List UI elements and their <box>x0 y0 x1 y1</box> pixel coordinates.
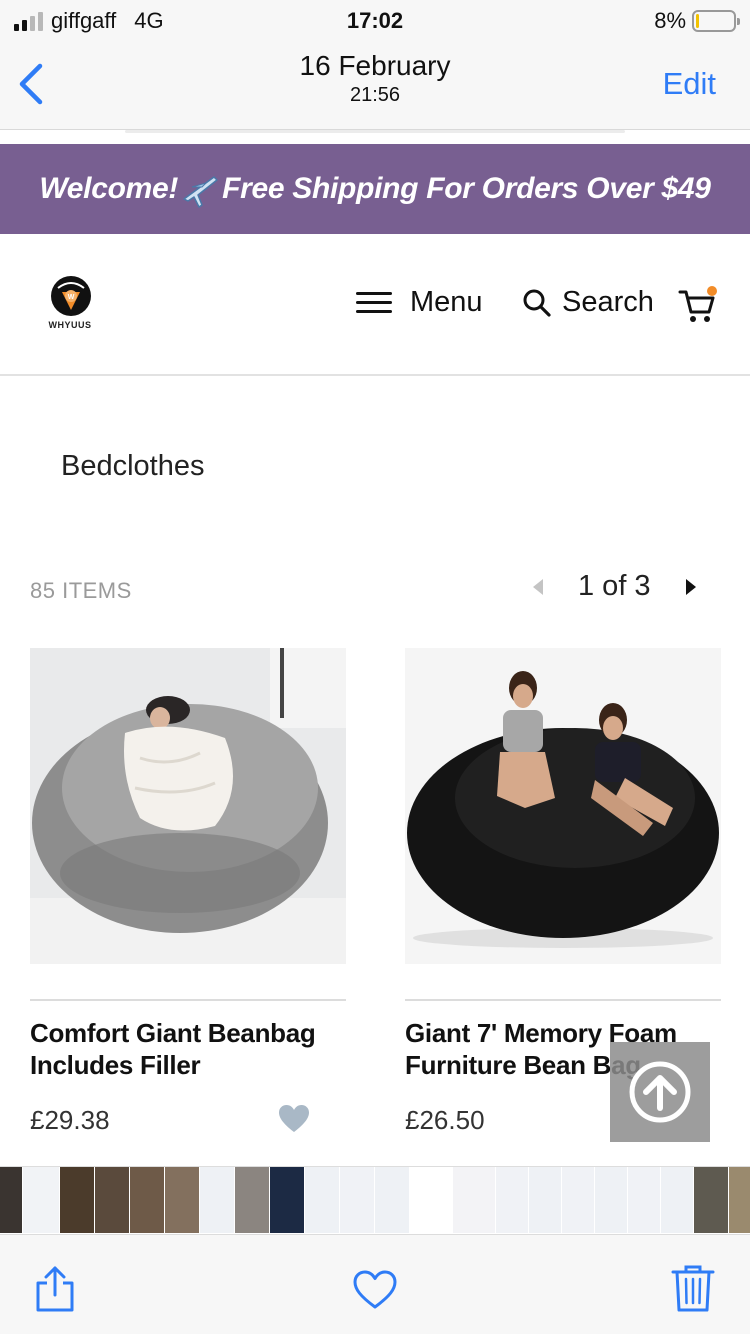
product-card[interactable]: Comfort Giant Beanbag Includes Filler £2… <box>30 648 346 1136</box>
battery-percent: 8% <box>654 8 686 33</box>
status-right: 8% <box>654 8 740 34</box>
photo-thumbnail[interactable] <box>453 1167 495 1233</box>
promo-welcome: Welcome! <box>39 172 179 205</box>
photo-thumbnail[interactable] <box>95 1167 129 1233</box>
airplane-icon <box>183 176 218 208</box>
search-icon <box>523 289 551 317</box>
photo-thumbnail[interactable] <box>375 1167 409 1233</box>
category-title: Bedclothes <box>61 450 205 482</box>
svg-text:W: W <box>68 294 75 301</box>
menu-label: Menu <box>410 286 483 318</box>
battery-nub <box>737 18 740 25</box>
photo-thumbnail[interactable] <box>628 1167 660 1233</box>
status-bar: giffgaff 4G 17:02 8% <box>0 0 750 40</box>
photo-thumbnail[interactable] <box>130 1167 164 1233</box>
page-scroll-indicator <box>125 130 625 133</box>
search-label: Search <box>562 286 654 318</box>
page-indicator: 1 of 3 <box>578 570 651 602</box>
photo-nav-bar: 16 February 21:56 Edit <box>0 40 750 130</box>
heart-icon[interactable] <box>278 1104 310 1134</box>
trash-icon[interactable] <box>670 1263 716 1313</box>
product-title-line2: Includes Filler <box>30 1050 201 1080</box>
product-title[interactable]: Comfort Giant Beanbag Includes Filler <box>30 1017 346 1081</box>
store-header: W WHYUUS Menu Search <box>0 234 750 376</box>
photo-toolbar <box>0 1234 750 1334</box>
photo-thumbnail[interactable] <box>0 1167 22 1233</box>
share-icon[interactable] <box>32 1263 78 1313</box>
photo-thumbnail[interactable] <box>729 1167 750 1233</box>
card-divider <box>30 999 346 1001</box>
battery-fill <box>696 14 699 28</box>
photo-thumbnail[interactable] <box>529 1167 561 1233</box>
photo-thumbnail[interactable] <box>23 1167 59 1233</box>
photo-thumbnail[interactable] <box>595 1167 627 1233</box>
photo-thumbnail[interactable] <box>410 1167 452 1233</box>
photo-thumbnail[interactable] <box>165 1167 199 1233</box>
card-divider <box>405 999 721 1001</box>
logo-wordmark: WHYUUS <box>48 320 92 330</box>
scroll-to-top-button[interactable] <box>610 1042 710 1142</box>
pagination: 1 of 3 <box>530 570 699 603</box>
item-count: 85 ITEMS <box>30 578 132 603</box>
menu-button[interactable]: Menu <box>356 286 483 319</box>
photo-date: 16 February <box>299 50 451 81</box>
favorite-heart-icon[interactable] <box>352 1263 398 1313</box>
photo-thumbnail[interactable] <box>340 1167 374 1233</box>
next-page-icon[interactable] <box>683 577 699 597</box>
photo-thumbnail[interactable] <box>270 1167 304 1233</box>
promo-banner: Welcome! Free Shipping For Orders Over $… <box>0 144 750 234</box>
nav-title: 16 February 21:56 <box>0 50 750 107</box>
status-time: 17:02 <box>346 8 404 33</box>
battery-icon <box>692 10 740 32</box>
product-image-black-beanbag[interactable] <box>405 648 721 964</box>
photo-thumbnail-strip <box>0 1166 750 1234</box>
photo-thumbnail[interactable] <box>200 1167 234 1233</box>
photo-thumbnail[interactable] <box>60 1167 94 1233</box>
hamburger-icon <box>356 289 392 317</box>
promo-shipping: Free Shipping For Orders Over $49 <box>222 172 711 205</box>
photo-thumbnail[interactable] <box>235 1167 269 1233</box>
photo-time: 21:56 <box>349 84 401 106</box>
photo-thumbnail[interactable] <box>305 1167 339 1233</box>
photo-thumbnail[interactable] <box>562 1167 594 1233</box>
promo-text: Welcome! Free Shipping For Orders Over $… <box>39 169 711 209</box>
photo-thumbnail[interactable] <box>661 1167 693 1233</box>
arrow-up-icon <box>629 1061 691 1123</box>
photo-thumbnail[interactable] <box>694 1167 728 1233</box>
edit-button[interactable]: Edit <box>663 66 716 102</box>
product-image-grey-beanbag[interactable] <box>30 648 346 964</box>
product-title-line1: Comfort Giant Beanbag <box>30 1018 316 1048</box>
search-button[interactable]: Search <box>522 286 654 319</box>
cart-icon[interactable] <box>678 286 720 326</box>
photo-thumbnail[interactable] <box>496 1167 528 1233</box>
prev-page-icon[interactable] <box>530 577 546 597</box>
